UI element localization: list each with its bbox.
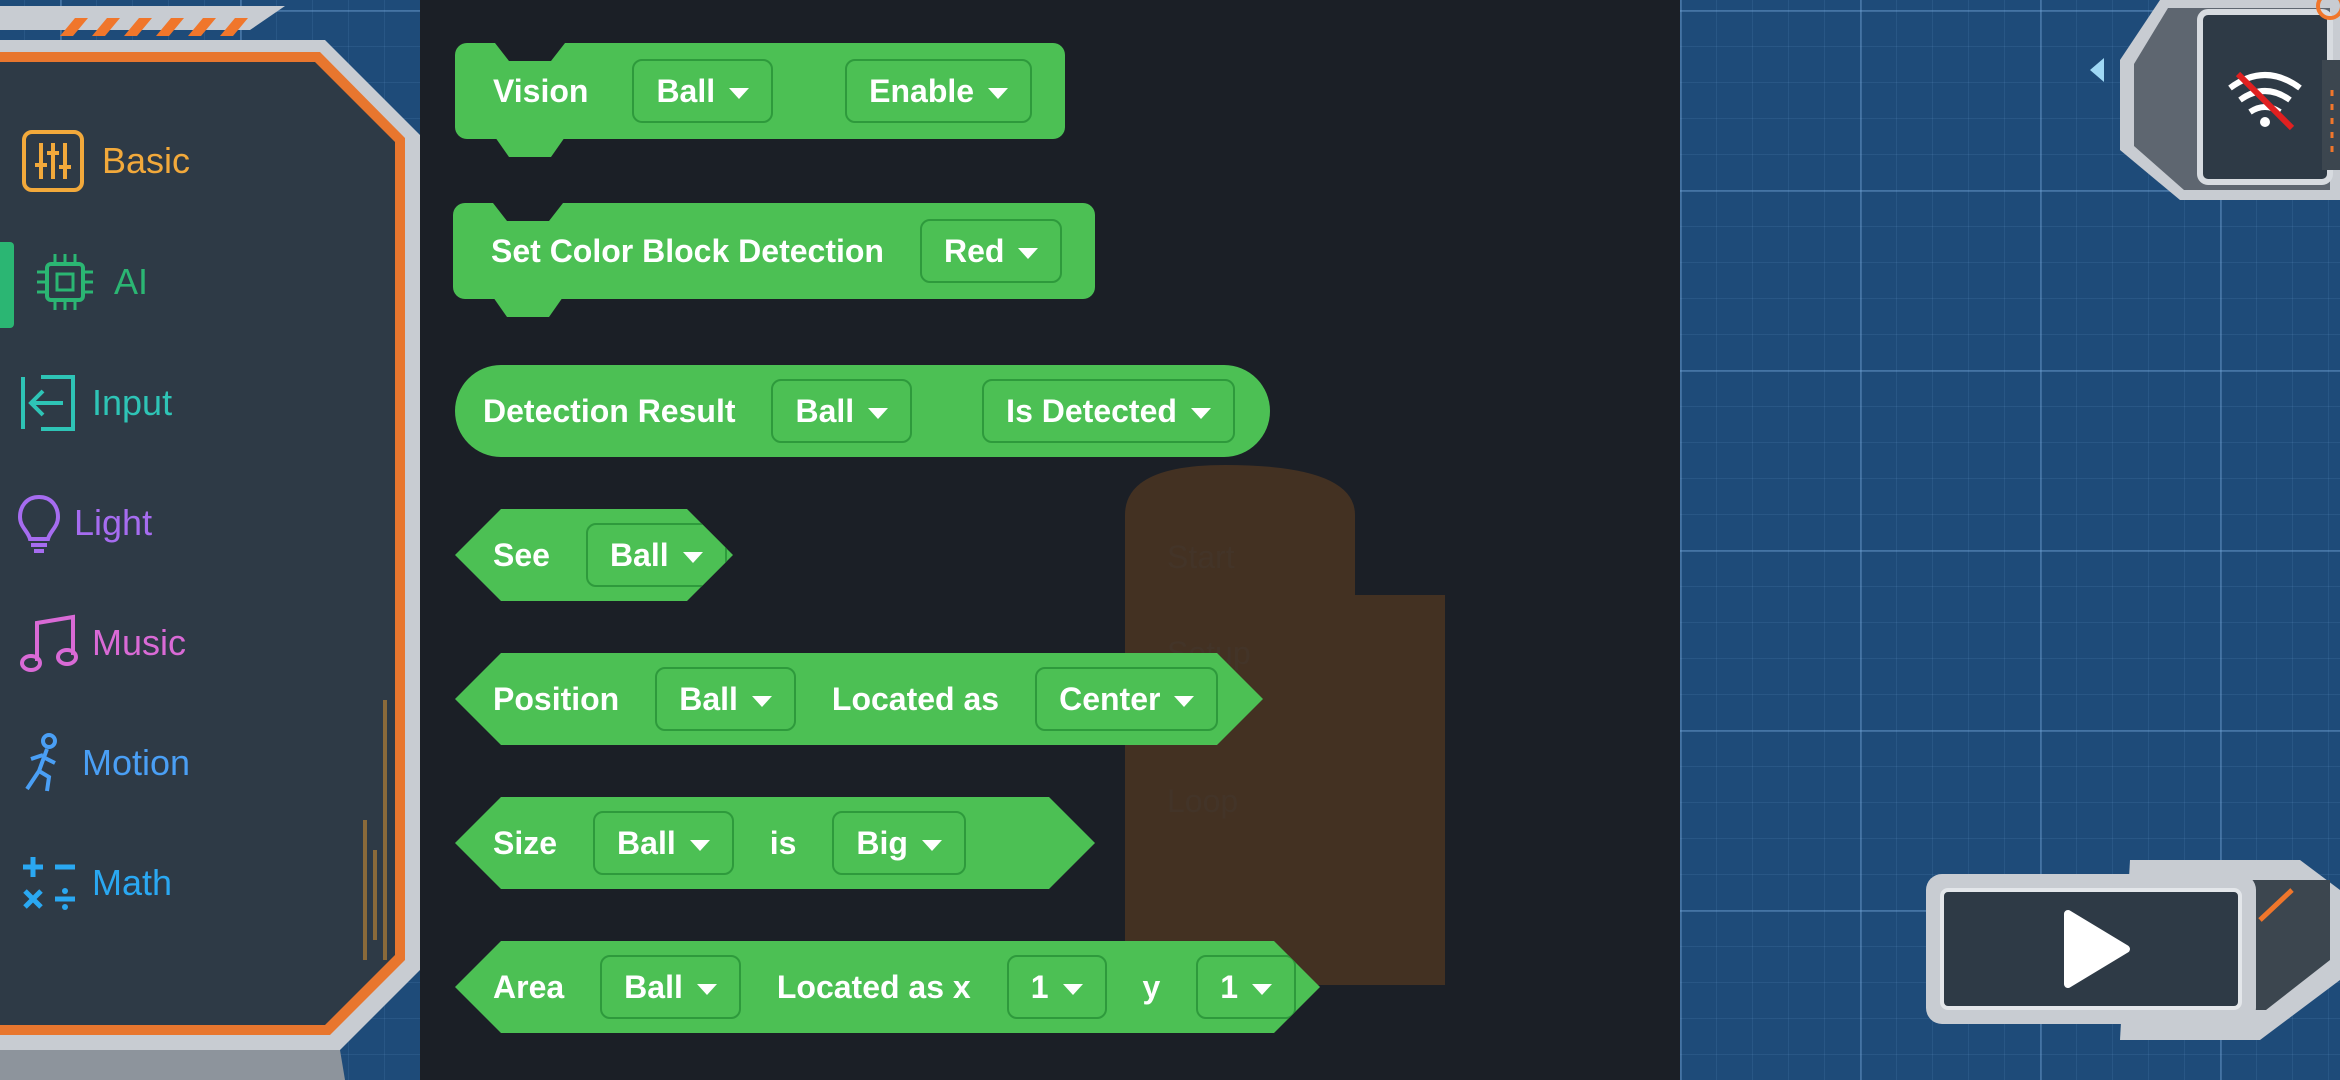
- dropdown-value: Red: [943, 232, 1005, 269]
- run-button[interactable]: [2048, 904, 2138, 994]
- color-dropdown[interactable]: Red: [919, 219, 1063, 283]
- vision-label: Vision: [493, 72, 589, 109]
- caret-down-icon: [752, 696, 772, 707]
- detection-state-dropdown[interactable]: Is Detected: [982, 379, 1235, 443]
- running-figure-icon: [6, 728, 76, 798]
- category-label-input: Input: [92, 382, 173, 423]
- caret-down-icon: [988, 87, 1009, 99]
- ghost-start-label: Start: [1167, 539, 1235, 575]
- dropdown-value: Is Detected: [1006, 392, 1177, 429]
- category-input[interactable]: Input: [14, 358, 404, 448]
- area-label: Area: [493, 968, 565, 1005]
- category-label-motion: Motion: [82, 742, 191, 783]
- position-block[interactable]: Position Ball Located as Center: [455, 653, 1263, 745]
- category-music[interactable]: Music: [14, 598, 404, 688]
- caret-down-icon: [868, 407, 889, 419]
- collapse-arrow-icon[interactable]: [2090, 58, 2104, 82]
- category-light[interactable]: Light: [4, 478, 394, 568]
- category-label-math: Math: [92, 862, 173, 903]
- dropdown-value: Enable: [869, 72, 975, 109]
- dropdown-value: Big: [856, 824, 908, 861]
- detection-result-block[interactable]: Detection Result Ball Is Detected: [455, 365, 1270, 457]
- dropdown-value: 1: [1030, 968, 1049, 1005]
- dropdown-value: Ball: [795, 392, 855, 429]
- set-color-label: Set Color Block Detection: [491, 232, 884, 269]
- caret-down-icon: [683, 552, 703, 563]
- category-label-music: Music: [92, 622, 187, 663]
- dropdown-value: Center: [1059, 680, 1161, 717]
- run-panel: [1920, 850, 2340, 1040]
- size-is-label: is: [769, 824, 797, 861]
- detection-result-label: Detection Result: [483, 392, 736, 429]
- ghost-loop-label: Loop: [1167, 783, 1239, 819]
- located-as-label: Located as: [831, 680, 1000, 717]
- dropdown-value: Ball: [617, 824, 676, 861]
- category-label-ai: AI: [114, 261, 149, 302]
- vision-block[interactable]: Vision Ball Enable: [455, 43, 1065, 139]
- dropdown-value: Ball: [609, 536, 669, 573]
- see-target-dropdown[interactable]: Ball: [586, 523, 727, 587]
- chip-icon: [30, 247, 100, 317]
- set-color-detection-block[interactable]: Set Color Block Detection Red: [453, 203, 1095, 299]
- caret-down-icon: [729, 87, 750, 99]
- category-label-basic: Basic: [102, 140, 191, 181]
- category-math[interactable]: Math: [14, 838, 404, 928]
- area-x-dropdown[interactable]: 1: [1007, 955, 1107, 1019]
- size-target-dropdown[interactable]: Ball: [593, 811, 734, 875]
- size-label: Size: [493, 824, 558, 861]
- position-value-dropdown[interactable]: Center: [1035, 667, 1218, 731]
- block-flyout[interactable]: Start Setup Loop Vision Ball Enable Set …: [420, 0, 1680, 1080]
- caret-down-icon: [922, 840, 942, 851]
- caret-down-icon: [1018, 247, 1039, 259]
- caret-down-icon: [1190, 407, 1211, 419]
- math-operators-icon: [14, 848, 84, 918]
- connection-panel: [2080, 0, 2340, 200]
- y-label: y: [1142, 968, 1161, 1005]
- vision-target-dropdown[interactable]: Ball: [632, 59, 774, 123]
- category-motion[interactable]: Motion: [6, 718, 396, 808]
- sliders-icon: [18, 126, 88, 196]
- category-ai[interactable]: AI: [30, 237, 420, 327]
- caret-down-icon: [690, 840, 710, 851]
- position-target-dropdown[interactable]: Ball: [655, 667, 796, 731]
- see-block[interactable]: See Ball: [455, 509, 733, 601]
- area-block[interactable]: Area Ball Located as x 1 y 1: [455, 941, 1320, 1033]
- music-note-icon: [14, 608, 84, 678]
- lightbulb-icon: [4, 488, 74, 558]
- dropdown-value: 1: [1220, 968, 1239, 1005]
- input-arrow-icon: [14, 368, 84, 438]
- caret-down-icon: [1252, 984, 1272, 995]
- dropdown-value: Ball: [624, 968, 683, 1005]
- located-as-x-label: Located as x: [776, 968, 971, 1005]
- see-label: See: [493, 536, 550, 573]
- category-basic[interactable]: Basic: [18, 116, 408, 206]
- selected-category-indicator: [0, 242, 14, 328]
- vision-mode-dropdown[interactable]: Enable: [845, 59, 1033, 123]
- category-panel: Basic AI Input Light Music Motion Math: [0, 0, 420, 1080]
- play-icon: [2064, 910, 2130, 988]
- size-block[interactable]: Size Ball is Big: [455, 797, 1095, 889]
- dropdown-value: Ball: [679, 680, 738, 717]
- area-y-dropdown[interactable]: 1: [1196, 955, 1296, 1019]
- position-label: Position: [493, 680, 620, 717]
- caret-down-icon: [1063, 984, 1083, 995]
- caret-down-icon: [697, 984, 717, 995]
- detection-target-dropdown[interactable]: Ball: [771, 379, 913, 443]
- dropdown-value: Ball: [656, 72, 716, 109]
- category-label-light: Light: [74, 502, 153, 543]
- size-value-dropdown[interactable]: Big: [832, 811, 966, 875]
- area-target-dropdown[interactable]: Ball: [600, 955, 741, 1019]
- caret-down-icon: [1174, 696, 1194, 707]
